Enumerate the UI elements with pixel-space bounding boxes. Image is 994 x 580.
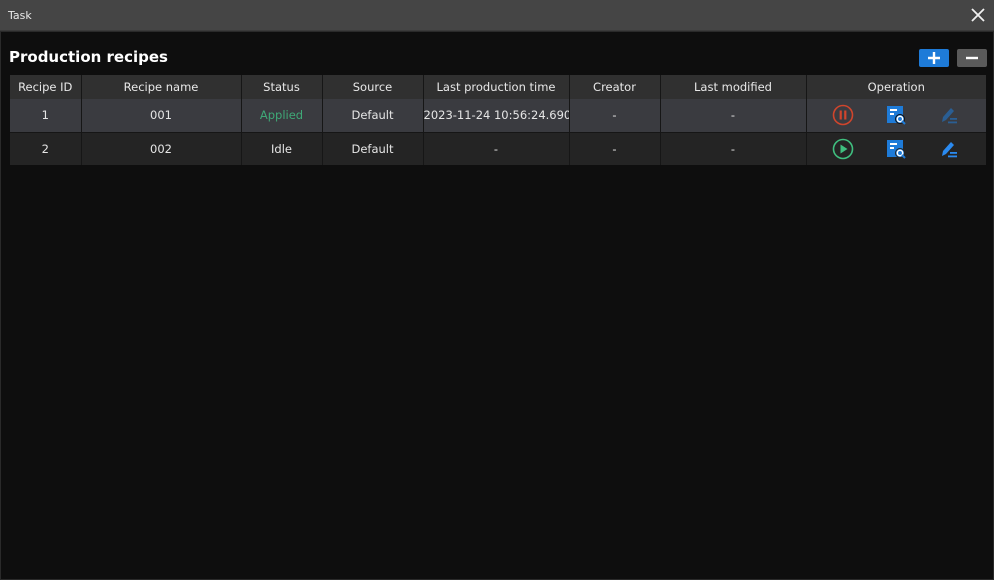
add-recipe-button[interactable]	[919, 49, 949, 67]
cell-last-production-time: 2023-11-24 10:56:24.690	[423, 99, 570, 132]
cell-last-modified: -	[660, 132, 807, 165]
cell-source: Default	[322, 132, 424, 165]
cell-operations	[806, 99, 986, 132]
edit-icon[interactable]	[938, 138, 960, 160]
content-area: Production recipes Recipe ID Recipe name…	[0, 31, 994, 580]
cell-operations	[806, 132, 986, 165]
column-header-last-production-time[interactable]: Last production time	[423, 75, 570, 99]
cell-creator: -	[569, 99, 661, 132]
window-titlebar: Task	[0, 0, 994, 31]
column-header-recipe-name[interactable]: Recipe name	[81, 75, 242, 99]
column-header-source[interactable]: Source	[322, 75, 424, 99]
recipes-table: Recipe ID Recipe name Status Source Last…	[10, 75, 986, 165]
cell-recipe-id: 1	[10, 99, 82, 132]
table-row[interactable]: 2 002 Idle Default - - -	[10, 132, 986, 165]
column-header-status[interactable]: Status	[241, 75, 323, 99]
cell-last-modified: -	[660, 99, 807, 132]
minus-icon	[966, 49, 978, 68]
table-header: Recipe ID Recipe name Status Source Last…	[10, 75, 986, 99]
close-icon[interactable]	[970, 7, 986, 23]
page-title: Production recipes	[9, 48, 168, 66]
plus-icon	[928, 49, 940, 68]
view-details-icon[interactable]	[885, 104, 907, 126]
view-details-icon[interactable]	[885, 138, 907, 160]
cell-last-production-time: -	[423, 132, 570, 165]
edit-icon	[938, 104, 960, 126]
remove-recipe-button[interactable]	[957, 49, 987, 67]
table-row[interactable]: 1 001 Applied Default 2023-11-24 10:56:2…	[10, 99, 986, 132]
cell-recipe-name: 001	[81, 99, 242, 132]
cell-recipe-id: 2	[10, 132, 82, 165]
cell-status: Applied	[241, 99, 323, 132]
cell-creator: -	[569, 132, 661, 165]
column-header-recipe-id[interactable]: Recipe ID	[10, 75, 82, 99]
pause-icon[interactable]	[832, 104, 854, 126]
play-icon[interactable]	[832, 138, 854, 160]
column-header-last-modified[interactable]: Last modified	[660, 75, 807, 99]
cell-source: Default	[322, 99, 424, 132]
column-header-creator[interactable]: Creator	[569, 75, 661, 99]
column-header-operation: Operation	[867, 80, 925, 94]
cell-status: Idle	[241, 132, 323, 165]
cell-recipe-name: 002	[81, 132, 242, 165]
window-title: Task	[8, 9, 32, 22]
